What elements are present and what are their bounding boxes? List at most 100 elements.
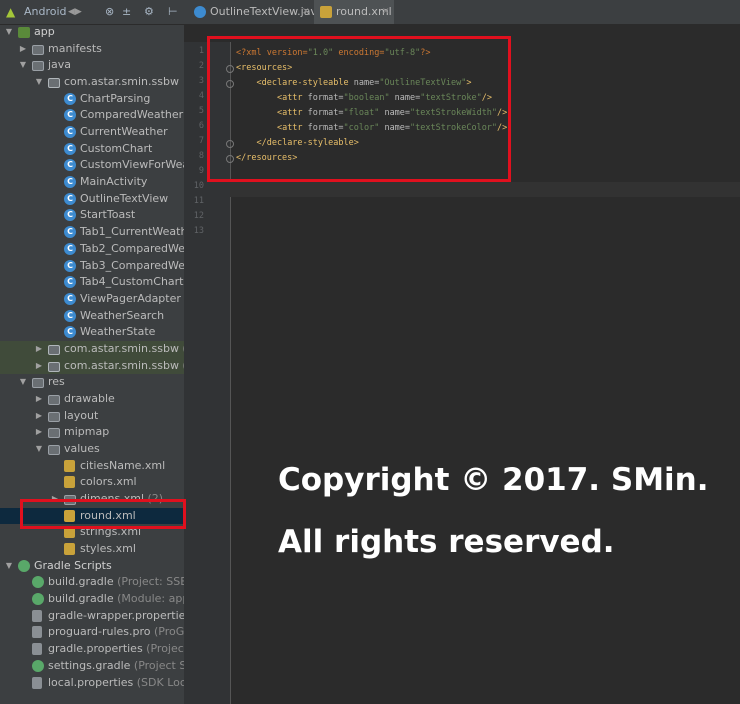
expand-right-icon[interactable]: ▶	[18, 41, 28, 57]
line-number: 9	[198, 166, 204, 176]
class-icon: C	[64, 226, 76, 239]
tree-item-label: res	[48, 375, 65, 389]
tree-item-label: Tab4_CustomChart	[80, 275, 184, 289]
view-dropdown-icon[interactable]: ◀▶	[68, 0, 82, 24]
expand-right-icon[interactable]: ▶	[34, 424, 44, 440]
line-number: 3	[198, 76, 204, 86]
tree-item[interactable]: build.gradle (Project: SSBW)	[0, 574, 184, 591]
project-panel: ▲ Android ◀▶ ⊗ ± ⚙ ⊢ ▼ app ▶ manifests ▼ java…	[0, 0, 184, 704]
tree-item[interactable]: citiesName.xml	[0, 458, 184, 475]
tree-item[interactable]: ▶ mipmap	[0, 424, 184, 441]
tree-item[interactable]: local.properties (SDK Location)	[0, 675, 184, 692]
close-icon[interactable]: ✕	[302, 0, 310, 24]
tree-item[interactable]: C ViewPagerAdapter	[0, 291, 184, 308]
tree-item-detail: (Project Prope	[146, 642, 184, 656]
class-icon: C	[64, 259, 76, 272]
sync-icon[interactable]: ⊗	[105, 0, 114, 24]
tree-item-label: CurrentWeather	[80, 125, 168, 139]
tree-item[interactable]: C Tab2_ComparedWeat	[0, 241, 184, 258]
class-icon: C	[64, 176, 76, 189]
close-icon[interactable]: ✕	[382, 0, 390, 24]
fold-marker-icon[interactable]	[226, 65, 234, 73]
tree-item[interactable]: ▼ java	[0, 57, 184, 74]
xml-icon	[64, 459, 75, 472]
expand-down-icon[interactable]: ▼	[34, 441, 44, 457]
line-number: 6	[198, 121, 204, 131]
tree-item[interactable]: C CurrentWeather	[0, 124, 184, 141]
line-number: 13	[193, 226, 204, 236]
fold-marker-icon[interactable]	[226, 155, 234, 163]
tree-item[interactable]: C ChartParsing	[0, 91, 184, 108]
hide-panel-icon[interactable]: ⊢	[168, 0, 178, 24]
tree-item[interactable]: C WeatherSearch	[0, 308, 184, 325]
tree-item-label: mipmap	[64, 425, 110, 439]
tree-item-label: local.properties (SDK Location)	[48, 675, 184, 692]
tree-item[interactable]: C Tab3_ComparedWeat	[0, 258, 184, 275]
tree-item-detail: (Project: SSBW)	[117, 575, 184, 589]
tree-item[interactable]: ▶ drawable	[0, 391, 184, 408]
class-icon: C	[64, 292, 76, 305]
tree-item-label: Tab1_CurrentWeather	[80, 225, 184, 239]
tree-item[interactable]: C OutlineTextView	[0, 191, 184, 208]
tree-item[interactable]: ▼ values	[0, 441, 184, 458]
collapse-icon[interactable]: ±	[122, 0, 131, 24]
tree-item[interactable]: C Tab1_CurrentWeather	[0, 224, 184, 241]
tree-item[interactable]: C CustomViewForWeath	[0, 157, 184, 174]
tree-item[interactable]: ▼ app	[0, 24, 184, 41]
tree-item[interactable]: ▶ com.astar.smin.ssbw (andro	[0, 340, 184, 358]
expand-down-icon[interactable]: ▼	[18, 374, 28, 390]
expand-right-icon[interactable]: ▶	[34, 391, 44, 407]
folder-icon	[48, 411, 60, 422]
folder-icon	[48, 428, 60, 439]
expand-right-icon[interactable]: ▶	[34, 408, 44, 424]
tree-item[interactable]: ▶ layout	[0, 408, 184, 425]
tree-item[interactable]: C WeatherState	[0, 324, 184, 341]
tree-item[interactable]: proguard-rules.pro (ProGuard R	[0, 624, 184, 641]
gradle-icon	[32, 593, 44, 606]
tree-item-label: drawable	[64, 391, 115, 405]
tree-item[interactable]: ▼ com.astar.smin.ssbw	[0, 74, 184, 91]
expand-right-icon[interactable]: ▶	[34, 341, 44, 357]
tree-item[interactable]: settings.gradle (Project Settings	[0, 658, 184, 675]
tree-item-label: MainActivity	[80, 175, 148, 189]
line-number: 5	[198, 106, 204, 116]
class-icon: C	[64, 159, 76, 172]
file-icon	[32, 643, 42, 656]
tree-item[interactable]: ▼ res	[0, 374, 184, 391]
expand-down-icon[interactable]: ▼	[18, 57, 28, 73]
tab-round-xml[interactable]: round.xml ✕	[314, 0, 394, 24]
expand-down-icon[interactable]: ▼	[34, 74, 44, 90]
tree-item-label: ComparedWeather	[80, 108, 184, 122]
fold-marker-icon[interactable]	[226, 140, 234, 148]
project-toolbar: ▲ Android ◀▶ ⊗ ± ⚙ ⊢	[0, 0, 184, 25]
tree-item[interactable]: styles.xml	[0, 541, 184, 558]
android-icon: ▲	[6, 5, 16, 19]
tree-item[interactable]: build.gradle (Module: app)	[0, 591, 184, 608]
tree-item-label: Gradle Scripts	[34, 558, 112, 572]
tree-item[interactable]: C MainActivity	[0, 174, 184, 191]
expand-right-icon[interactable]: ▶	[34, 358, 44, 374]
tree-item[interactable]: C ComparedWeather	[0, 107, 184, 124]
tree-item-label: CustomChart	[80, 141, 153, 155]
gear-icon[interactable]: ⚙	[144, 0, 154, 24]
tree-item[interactable]: C CustomChart	[0, 141, 184, 158]
tree-item[interactable]: C StartToast	[0, 207, 184, 224]
tree-item[interactable]: ▼ Gradle Scripts	[0, 558, 184, 575]
tab-outlinetextview[interactable]: OutlineTextView.java ✕	[188, 0, 324, 24]
pkg-icon	[48, 78, 60, 89]
expand-down-icon[interactable]: ▼	[4, 24, 14, 40]
tree-item[interactable]: gradle.properties (Project Prope	[0, 641, 184, 658]
tree-item[interactable]: colors.xml	[0, 474, 184, 491]
tree-item[interactable]: ▶ manifests	[0, 41, 184, 58]
gradle-icon	[32, 576, 44, 589]
class-icon: C	[64, 242, 76, 255]
tree-item[interactable]: ▶ com.astar.smin.ssbw (test)	[0, 357, 184, 375]
fold-marker-icon[interactable]	[226, 80, 234, 88]
tree-item[interactable]: C Tab4_CustomChart	[0, 274, 184, 291]
expand-down-icon[interactable]: ▼	[4, 558, 14, 574]
project-view-selector[interactable]: Android	[24, 0, 67, 24]
copyright-watermark: Copyright © 2017. SMin.	[278, 462, 709, 498]
tree-item-label: build.gradle (Project: SSBW)	[48, 574, 184, 591]
tree-item[interactable]: gradle-wrapper.properties (Grad	[0, 608, 184, 625]
editor-tabs: OutlineTextView.java ✕ round.xml ✕	[184, 0, 740, 25]
